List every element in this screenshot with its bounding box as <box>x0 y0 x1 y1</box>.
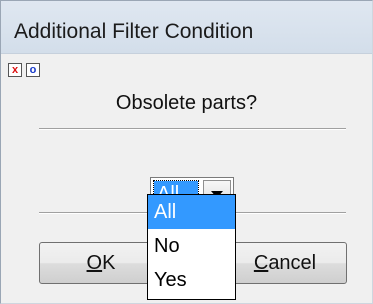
cancel-label: ancel <box>268 252 317 274</box>
cancel-mnemonic: C <box>253 252 269 274</box>
dropdown-option-no[interactable]: No <box>148 229 235 263</box>
title-bar[interactable]: Additional Filter Condition <box>1 1 372 53</box>
separator-top <box>39 128 346 130</box>
ok-button[interactable]: OK <box>39 242 163 284</box>
cancel-button[interactable]: Cancel <box>223 242 347 284</box>
ok-label: K <box>102 252 116 274</box>
question-label: Obsolete parts? <box>115 92 258 114</box>
window-title: Additional Filter Condition <box>14 20 254 43</box>
combobox-dropdown-list: All No Yes <box>147 194 236 300</box>
clear-condition-icon[interactable]: x <box>8 63 22 77</box>
dropdown-option-yes[interactable]: Yes <box>148 263 235 297</box>
ok-mnemonic: O <box>86 252 103 274</box>
option-icon[interactable]: o <box>26 63 40 77</box>
dropdown-option-all[interactable]: All <box>148 195 235 229</box>
